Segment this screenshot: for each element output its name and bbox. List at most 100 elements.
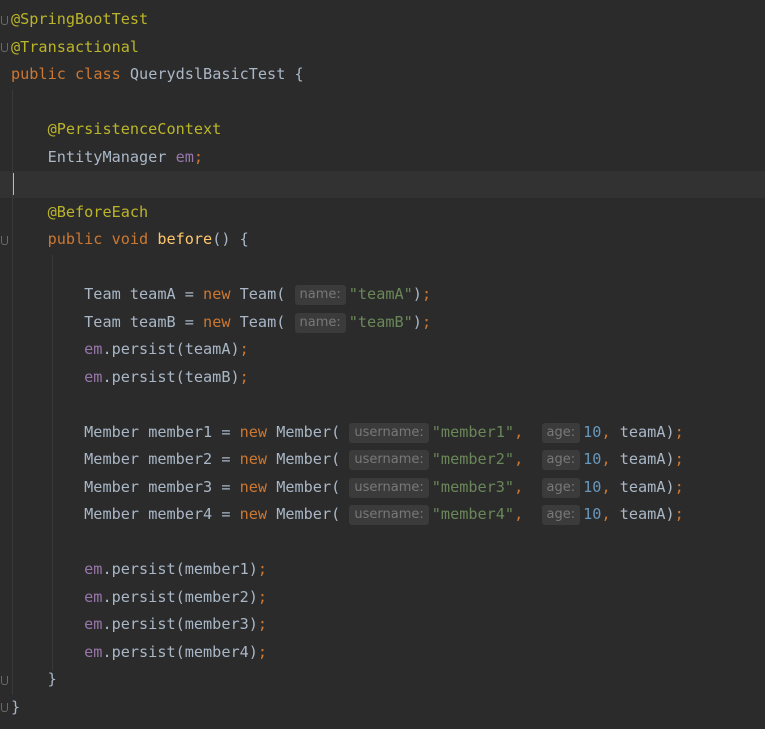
field-name: em [84,340,103,358]
type-name: Member [84,505,140,523]
field-name: em [175,147,194,166]
string-literal: "member2" [431,450,515,468]
semicolon: ; [193,147,204,166]
code-line-2[interactable]: @Transactional [11,34,139,62]
field-name: em [84,560,103,578]
keyword: new [239,505,268,523]
fold-icon[interactable] [1,703,8,712]
semicolon: ; [674,450,684,468]
keyword: new [239,450,268,468]
keyword: new [203,285,231,303]
code-line-5[interactable]: @PersistenceContext [11,116,222,144]
fold-icon[interactable] [1,676,8,685]
semicolon: ; [421,312,432,331]
type-name: Team [239,285,277,303]
parameter-hint: age: [541,477,581,498]
fold-icon[interactable] [1,16,8,25]
brace: { [294,65,304,83]
annotation: @SpringBootTest [11,10,149,28]
number-literal: 10 [583,505,602,523]
method-call: .persist( [102,340,185,358]
string-literal: "member1" [431,422,515,441]
field-name: em [84,642,103,661]
semicolon: ; [257,587,268,606]
type-name: Team [84,285,121,303]
type-name: Member [276,450,332,468]
code-line-9[interactable]: public void before() { [11,226,249,254]
semicolon: ; [674,505,684,523]
close-paren: ) [248,642,258,661]
comma: , [601,505,611,523]
annotation: @BeforeEach [47,202,149,221]
code-line-26[interactable]: } [11,694,20,722]
code-line-19[interactable]: Member member4 = new Member( username: "m… [11,501,684,529]
field-name: em [84,367,103,386]
type-name: Team [239,312,277,331]
code-line-12[interactable]: Team teamB = new Team( name: "teamB"); [11,309,431,337]
fold-icon[interactable] [1,43,8,52]
method-call: .persist( [102,642,185,661]
number-literal: 10 [583,422,602,441]
code-line-23[interactable]: em.persist(member3); [11,611,267,639]
code-line-16[interactable]: Member member1 = new Member( username: "m… [11,419,684,447]
fold-icon[interactable] [1,236,8,245]
number-literal: 10 [583,477,602,496]
comma: , [514,505,524,523]
argument: member4 [184,642,249,661]
keyword: public [11,65,66,83]
field-name: em [84,615,103,633]
semicolon: ; [421,285,432,303]
parameter-hint: username: [349,477,429,498]
argument: teamA [619,505,666,523]
parameter-hint: username: [349,505,429,525]
type-name: Member [276,477,332,496]
code-line-24[interactable]: em.persist(member4); [11,639,267,667]
method-call: .persist( [102,367,185,386]
parameter-hint: username: [349,450,429,470]
code-line-18[interactable]: Member member3 = new Member( username: "m… [11,474,684,502]
semicolon: ; [239,367,249,386]
variable: member2 [148,450,213,468]
comma: , [514,477,524,496]
number-literal: 10 [583,450,602,468]
close-paren: ) [665,505,675,523]
code-line-1[interactable]: @SpringBootTest [11,6,148,34]
close-paren: ) [412,312,422,331]
code-line-21[interactable]: em.persist(member1); [11,556,267,584]
code-line-3[interactable]: public class QuerydslBasicTest { [11,61,304,89]
parameter-hint: username: [349,422,429,443]
comma: , [601,422,611,441]
code-line-25[interactable]: } [11,666,57,694]
code-line-22[interactable]: em.persist(member2); [11,584,267,612]
semicolon: ; [239,340,249,358]
parameter-hint: name: [294,312,346,333]
method-name: before [157,230,213,248]
parameter-hint: name: [294,285,346,305]
argument: teamA [619,422,666,441]
type-name: Team [84,312,121,331]
semicolon: ; [674,477,684,496]
brace: } [11,697,21,716]
argument: teamA [619,450,666,468]
semicolon: ; [674,422,684,441]
code-line-8[interactable]: @BeforeEach [11,199,149,227]
comma: , [514,422,524,441]
class-name: QuerydslBasicTest [129,65,286,83]
field-name: em [84,587,103,606]
code-line-17[interactable]: Member member2 = new Member( username: "m… [11,446,684,474]
argument: member3 [184,615,249,633]
code-line-11[interactable]: Team teamA = new Team( name: "teamA"); [11,281,431,309]
brace: } [47,670,57,688]
type-name: Member [276,505,332,523]
variable: teamB [129,312,176,331]
code-editor[interactable]: @SpringBootTest @Transactional public cl… [0,0,765,729]
type-name: Member [84,422,140,441]
code-line-14[interactable]: em.persist(teamB); [11,364,249,392]
current-line-highlight [0,171,765,198]
comma: , [601,477,611,496]
parens: () [212,230,231,248]
code-line-6[interactable]: EntityManager em; [11,144,203,172]
code-line-13[interactable]: em.persist(teamA); [11,336,249,364]
variable: member3 [148,477,213,496]
argument: member1 [184,560,249,578]
